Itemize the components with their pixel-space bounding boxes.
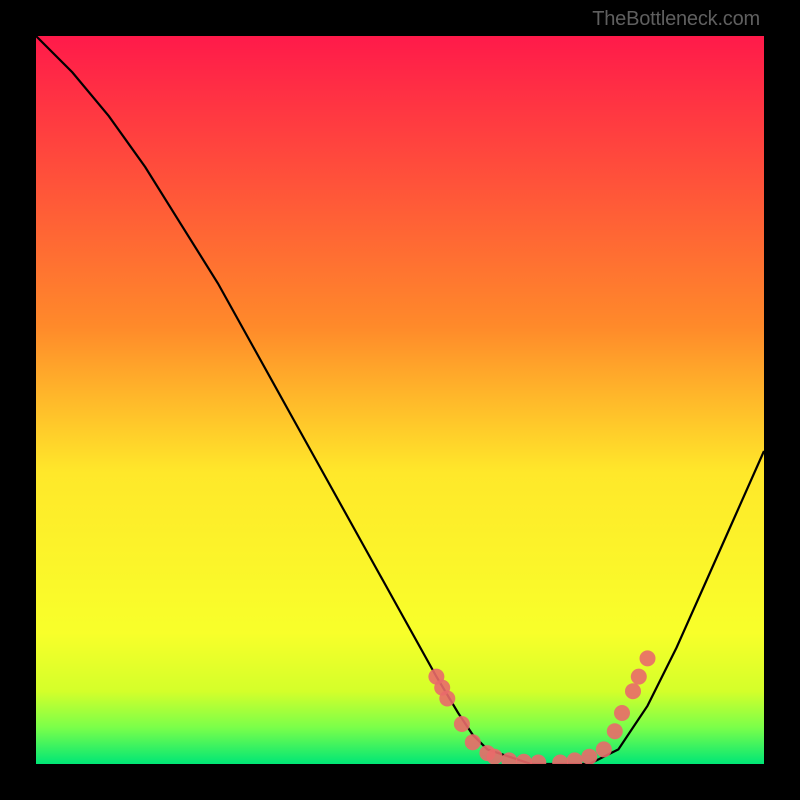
marker-point bbox=[607, 723, 623, 739]
gradient-background bbox=[36, 36, 764, 764]
marker-point bbox=[439, 691, 455, 707]
marker-point bbox=[465, 734, 481, 750]
marker-point bbox=[625, 683, 641, 699]
marker-point bbox=[581, 749, 597, 764]
plot-area bbox=[36, 36, 764, 764]
marker-point bbox=[454, 716, 470, 732]
marker-point bbox=[640, 650, 656, 666]
marker-point bbox=[487, 749, 503, 764]
marker-point bbox=[596, 741, 612, 757]
chart-frame: TheBottleneck.com bbox=[0, 0, 800, 800]
chart-svg bbox=[36, 36, 764, 764]
attribution-text: TheBottleneck.com bbox=[592, 8, 760, 31]
marker-point bbox=[631, 669, 647, 685]
marker-point bbox=[614, 705, 630, 721]
